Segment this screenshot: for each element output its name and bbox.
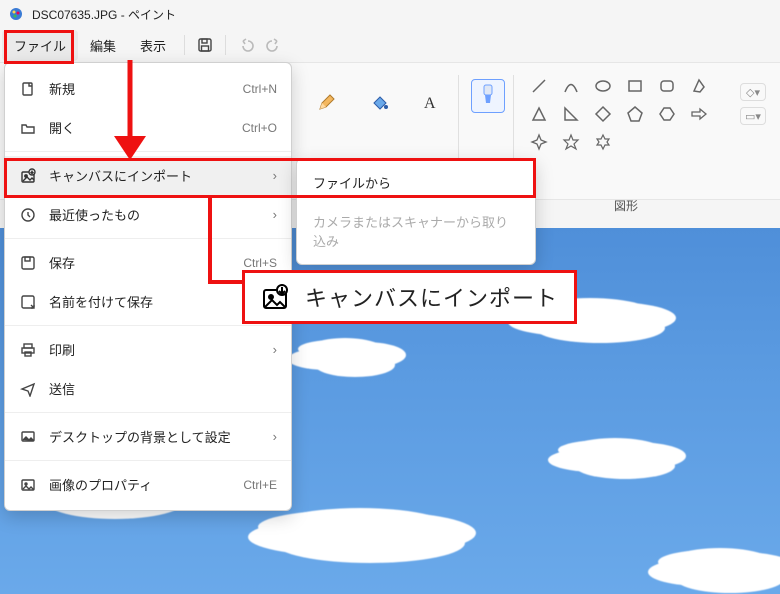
menu-view[interactable]: 表示: [128, 30, 178, 61]
text-tool[interactable]: A: [414, 85, 448, 119]
import-image-icon: [261, 283, 289, 311]
shape-pentagon[interactable]: [624, 103, 646, 125]
fill-tool[interactable]: [362, 85, 396, 119]
annotation-connector: [190, 198, 250, 308]
menu-separator: [225, 35, 226, 55]
printer-icon: [19, 342, 37, 358]
save-icon-button[interactable]: [191, 31, 219, 59]
menu-separator: [184, 35, 185, 55]
shape-options: ◇▾ ▭▾: [734, 63, 772, 125]
import-submenu: ファイルから カメラまたはスキャナーから取り込み: [296, 158, 536, 265]
annotation-callout-text: キャンバスにインポート: [305, 281, 558, 313]
shape-curve[interactable]: [560, 75, 582, 97]
paint-app-icon: [8, 6, 24, 22]
svg-text:A: A: [424, 95, 436, 112]
chevron-right-icon: ›: [273, 207, 277, 222]
submenu-from-file[interactable]: ファイルから: [297, 163, 535, 202]
undo-button[interactable]: [232, 31, 260, 59]
annotation-callout: キャンバスにインポート: [242, 270, 577, 324]
menu-item-print[interactable]: 印刷 ›: [5, 330, 291, 369]
redo-button[interactable]: [260, 31, 288, 59]
shape-diamond[interactable]: [592, 103, 614, 125]
menu-file[interactable]: ファイル: [2, 30, 78, 61]
shape-round-rect[interactable]: [656, 75, 678, 97]
clock-icon: [19, 207, 37, 223]
send-icon: [19, 381, 37, 397]
title-bar: DSC07635.JPG - ペイント: [0, 0, 780, 28]
shapes-group-label: 図形: [528, 197, 724, 214]
menu-edit[interactable]: 編集: [78, 30, 128, 61]
menu-item-set-wallpaper[interactable]: デスクトップの背景として設定 ›: [5, 417, 291, 456]
shapes-group: 図形: [514, 63, 734, 214]
brush-tool-selected[interactable]: [471, 79, 505, 113]
document-icon: [19, 81, 37, 97]
chevron-right-icon: ›: [273, 168, 277, 183]
submenu-from-scanner: カメラまたはスキャナーから取り込み: [297, 202, 535, 260]
properties-icon: [19, 477, 37, 493]
chevron-right-icon: ›: [273, 342, 277, 357]
shape-arrow-right[interactable]: [688, 103, 710, 125]
save-as-icon: [19, 294, 37, 310]
shape-fill-dropdown[interactable]: ▭▾: [740, 107, 766, 125]
annotation-arrow: [100, 60, 160, 180]
shape-star5[interactable]: [560, 131, 582, 153]
shape-outline-dropdown[interactable]: ◇▾: [740, 83, 766, 101]
shape-star6[interactable]: [592, 131, 614, 153]
shape-line[interactable]: [528, 75, 550, 97]
shape-polygon[interactable]: [688, 75, 710, 97]
folder-icon: [19, 120, 37, 136]
tools-group: A: [300, 63, 458, 119]
menu-item-properties[interactable]: 画像のプロパティ Ctrl+E: [5, 465, 291, 504]
shape-right-triangle[interactable]: [560, 103, 582, 125]
import-image-icon: [19, 168, 37, 184]
shape-rect[interactable]: [624, 75, 646, 97]
pencil-tool[interactable]: [310, 85, 344, 119]
save-icon: [19, 255, 37, 271]
menu-bar: ファイル 編集 表示: [0, 28, 780, 62]
shape-triangle[interactable]: [528, 103, 550, 125]
window-title: DSC07635.JPG - ペイント: [32, 6, 176, 23]
chevron-right-icon: ›: [273, 429, 277, 444]
shape-oval[interactable]: [592, 75, 614, 97]
wallpaper-icon: [19, 429, 37, 445]
shape-hexagon[interactable]: [656, 103, 678, 125]
shape-star4[interactable]: [528, 131, 550, 153]
menu-item-send[interactable]: 送信: [5, 369, 291, 408]
